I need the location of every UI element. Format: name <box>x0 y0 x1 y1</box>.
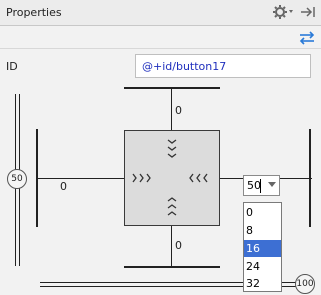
id-label: ID <box>6 60 18 73</box>
top-constraint-line[interactable] <box>171 89 172 130</box>
top-margin-value[interactable]: 0 <box>175 104 182 117</box>
chevron-down-icon[interactable] <box>268 182 276 187</box>
properties-panel: Properties ID 0 <box>0 0 321 295</box>
panel-header: Properties <box>0 0 321 26</box>
chevron-up-icon <box>167 197 177 216</box>
bottom-margin-value[interactable]: 0 <box>175 239 182 252</box>
chevron-left-icon <box>189 173 208 183</box>
margin-option[interactable]: 24 <box>244 258 281 275</box>
horizontal-bias-value: 100 <box>296 279 314 289</box>
margin-options-list: 0 8 16 24 32 <box>243 202 282 292</box>
text-cursor <box>260 179 261 193</box>
margin-option[interactable]: 32 <box>244 275 281 292</box>
margin-option[interactable]: 8 <box>244 222 281 239</box>
swap-icon[interactable] <box>298 30 316 46</box>
left-constraint-line[interactable] <box>38 178 124 179</box>
horizontal-bias-knob[interactable]: 100 <box>295 274 315 294</box>
right-margin-value: 50 <box>247 179 261 192</box>
gear-icon[interactable] <box>272 4 294 20</box>
vertical-bias-knob[interactable]: 50 <box>7 169 27 189</box>
chevron-down-icon <box>167 139 177 158</box>
pin-icon[interactable] <box>300 4 316 20</box>
panel-title: Properties <box>6 6 62 19</box>
chevron-right-icon <box>132 173 151 183</box>
right-constraint-bar <box>309 129 311 227</box>
top-constraint-bar <box>124 87 220 89</box>
toolbar <box>0 27 321 49</box>
view-box <box>124 130 220 226</box>
margin-option-highlighted[interactable]: 16 <box>244 240 281 257</box>
id-input[interactable] <box>135 54 311 78</box>
vertical-bias-value: 50 <box>11 174 23 184</box>
bottom-constraint-bar <box>124 266 220 268</box>
margin-option[interactable]: 0 <box>244 204 281 221</box>
bottom-constraint-line[interactable] <box>171 226 172 266</box>
right-margin-select[interactable]: 50 <box>243 175 280 196</box>
left-margin-value[interactable]: 0 <box>60 180 67 193</box>
